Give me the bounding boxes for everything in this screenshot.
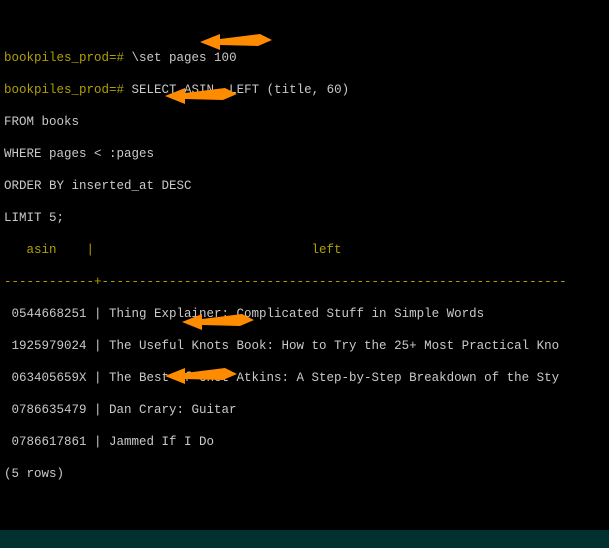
sql-limit-1: LIMIT 5; (4, 210, 605, 226)
sql-select-1: SELECT ASIN, LEFT (title, 60) (132, 83, 350, 97)
terminal: bookpiles_prod=# \set pages 100 bookpile… (0, 0, 609, 548)
table-row: 063405659X | The Best of Chet Atkins: A … (4, 370, 605, 386)
prompt: bookpiles_prod=# (4, 83, 124, 97)
table-row: 0544668251 | Thing Explainer: Complicate… (4, 306, 605, 322)
rowcount-1: (5 rows) (4, 466, 605, 482)
blank-line (4, 498, 605, 514)
cmd-set-1: bookpiles_prod=# \set pages 100 (4, 50, 605, 66)
result-header-1: asin | left (4, 242, 605, 258)
hdr-left-1: left (94, 243, 342, 257)
hdr-asin-1: asin | (4, 243, 94, 257)
set-cmd-1: \set pages 100 (132, 51, 237, 65)
sql-from-1: FROM books (4, 114, 605, 130)
status-bar[interactable]: bookpiles_prod=# (0, 530, 609, 548)
result-sep-1: ------------+---------------------------… (4, 274, 605, 290)
annotation-arrow (200, 2, 272, 78)
table-row: 0786635479 | Dan Crary: Guitar (4, 402, 605, 418)
table-row: 1925979024 | The Useful Knots Book: How … (4, 338, 605, 354)
sql-order-1: ORDER BY inserted_at DESC (4, 178, 605, 194)
cmd-select-1: bookpiles_prod=# SELECT ASIN, LEFT (titl… (4, 82, 605, 98)
sql-where-1: WHERE pages < :pages (4, 146, 605, 162)
prompt: bookpiles_prod=# (4, 51, 124, 65)
table-row: 0786617861 | Jammed If I Do (4, 434, 605, 450)
